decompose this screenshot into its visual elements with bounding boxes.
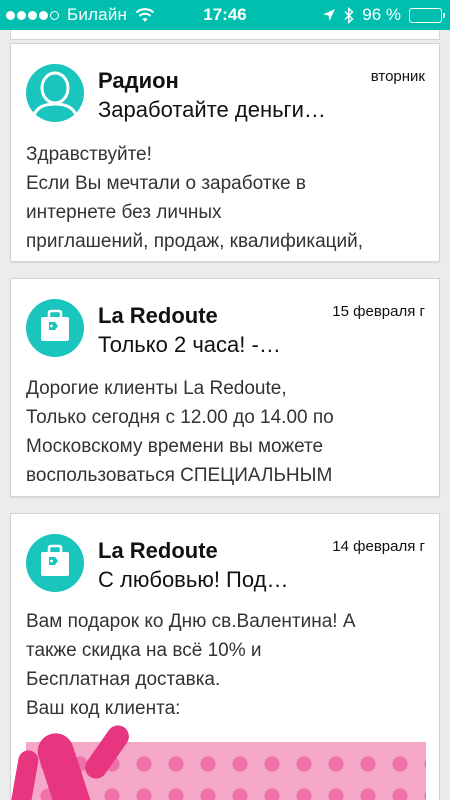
email-preview: Дорогие клиенты La Redoute, Только сегод… xyxy=(26,374,426,490)
preview-line: Ваш код клиента: xyxy=(26,698,181,719)
email-card[interactable]: La Redoute Только 2 часа! -… 15 февраля … xyxy=(10,278,440,497)
preview-line: Здравствуйте! xyxy=(26,144,152,165)
email-image-preview xyxy=(11,721,426,800)
email-date: 15 февраля г xyxy=(332,303,425,320)
email-preview: Вам подарок ко Дню св.Валентина! А также… xyxy=(26,607,426,723)
preview-line: Вам подарок ко Дню св.Валентина! А xyxy=(26,611,356,632)
location-arrow-icon xyxy=(322,8,336,22)
status-bar: Билайн 17:46 96 % xyxy=(0,0,450,30)
email-card[interactable]: Радион Заработайте деньги… вторник Здрав… xyxy=(10,43,440,262)
wifi-icon xyxy=(135,7,155,23)
email-subject: Заработайте деньги… xyxy=(98,97,326,122)
previous-card-edge xyxy=(10,30,440,40)
email-sender: La Redoute xyxy=(98,303,218,328)
email-preview: Здравствуйте! Если Вы мечтали о заработк… xyxy=(26,140,426,256)
preview-line: приглашений, продаж, квалификаций, xyxy=(26,231,364,252)
preview-line: также скидка на всё 10% и xyxy=(26,640,262,661)
email-sender: La Redoute xyxy=(98,538,218,563)
preview-line: Только сегодня с 12.00 до 14.00 по xyxy=(26,407,334,428)
shopping-bag-icon xyxy=(26,534,84,592)
preview-line: Бесплатная доставка. xyxy=(26,669,221,690)
shopping-bag-icon xyxy=(26,299,84,357)
bluetooth-icon xyxy=(344,6,354,24)
email-card[interactable]: La Redoute С любовью! Под… 14 февраля г … xyxy=(10,513,440,800)
preview-line: Дорогие клиенты La Redoute, xyxy=(26,378,287,399)
preview-line: Московскому времени вы можете xyxy=(26,436,324,457)
battery-icon xyxy=(409,7,445,23)
email-sender: Радион xyxy=(98,68,179,93)
preview-line: интернете без личных xyxy=(26,202,222,223)
email-subject: Только 2 часа! -… xyxy=(98,332,281,357)
preview-line: Если Вы мечтали о заработке в xyxy=(26,173,306,194)
preview-line: воспользоваться СПЕЦИАЛЬНЫМ xyxy=(26,465,333,486)
person-avatar-icon xyxy=(26,64,84,122)
signal-dots-icon xyxy=(6,10,61,20)
email-date: вторник xyxy=(370,68,425,85)
email-subject: С любовью! Под… xyxy=(98,567,289,592)
battery-percent: 96 % xyxy=(362,5,401,24)
carrier-name: Билайн xyxy=(67,5,128,24)
email-date: 14 февраля г xyxy=(332,538,425,555)
